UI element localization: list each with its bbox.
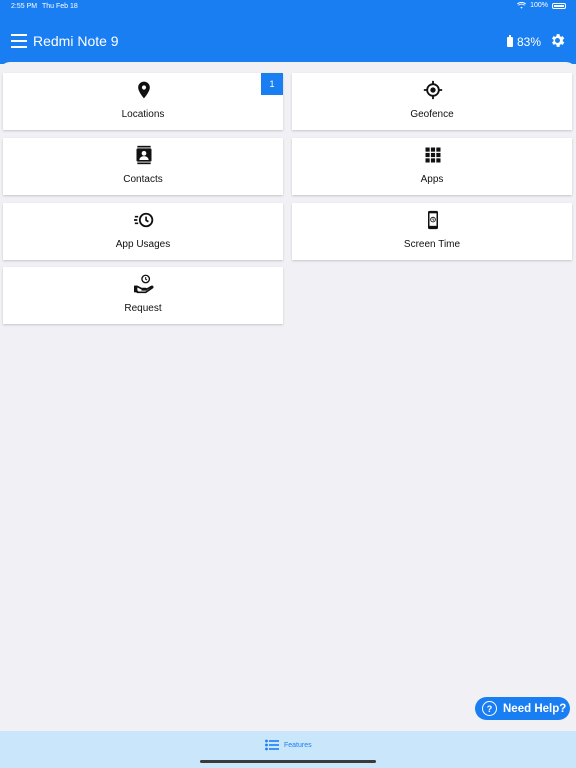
- feature-card-apps[interactable]: Apps: [292, 138, 572, 195]
- feature-label: Geofence: [410, 109, 454, 120]
- feature-label: Locations: [121, 109, 165, 120]
- tab-features-label: Features: [284, 741, 312, 749]
- feature-label: Screen Time: [403, 239, 461, 250]
- feature-card-locations[interactable]: Locations 1: [3, 73, 283, 130]
- feature-label: App Usages: [115, 239, 171, 250]
- feature-card-app-usages[interactable]: App Usages: [3, 203, 283, 260]
- status-date: Thu Feb 18: [42, 3, 78, 10]
- feature-label: Apps: [420, 174, 444, 185]
- tab-features[interactable]: Features: [265, 739, 312, 751]
- apps-grid-icon: [425, 147, 441, 163]
- battery-icon: [507, 35, 513, 47]
- status-bar: 2:55 PM Thu Feb 18 100%: [0, 0, 576, 14]
- feature-label: Contacts: [123, 174, 163, 185]
- home-indicator: [200, 760, 376, 763]
- hamburger-menu-icon[interactable]: [11, 34, 27, 48]
- device-battery: 83%: [507, 35, 541, 49]
- feature-card-request[interactable]: Request: [3, 267, 283, 324]
- feature-card-contacts[interactable]: Contacts: [3, 138, 283, 195]
- question-icon: ?: [482, 701, 497, 716]
- contact-book-icon: [136, 145, 152, 165]
- feature-card-geofence[interactable]: Geofence: [292, 73, 572, 130]
- gear-icon[interactable]: [549, 32, 566, 49]
- status-time: 2:55 PM: [11, 3, 38, 10]
- page-title: Redmi Note 9: [33, 33, 119, 49]
- hand-clock-icon: [134, 274, 154, 294]
- list-icon: [265, 739, 279, 751]
- feature-card-screen-time[interactable]: Screen Time: [292, 203, 572, 260]
- fast-clock-icon: [134, 212, 154, 228]
- feature-label: Request: [124, 303, 162, 314]
- map-pin-icon: [138, 81, 150, 99]
- status-battery-icon: [552, 2, 566, 9]
- need-help-button[interactable]: ? Need Help?: [475, 697, 570, 720]
- status-right: 100%: [517, 2, 566, 9]
- need-help-label: Need Help?: [503, 702, 567, 715]
- device-battery-percent: 83%: [517, 35, 542, 49]
- phone-clock-icon: [428, 210, 438, 230]
- app-header: Redmi Note 9 83%: [0, 14, 576, 64]
- wifi-icon: [517, 2, 527, 9]
- content-sheet: [0, 62, 576, 72]
- notification-badge: 1: [261, 73, 283, 95]
- target-icon: [423, 80, 443, 100]
- status-battery-percent: 100%: [530, 2, 548, 9]
